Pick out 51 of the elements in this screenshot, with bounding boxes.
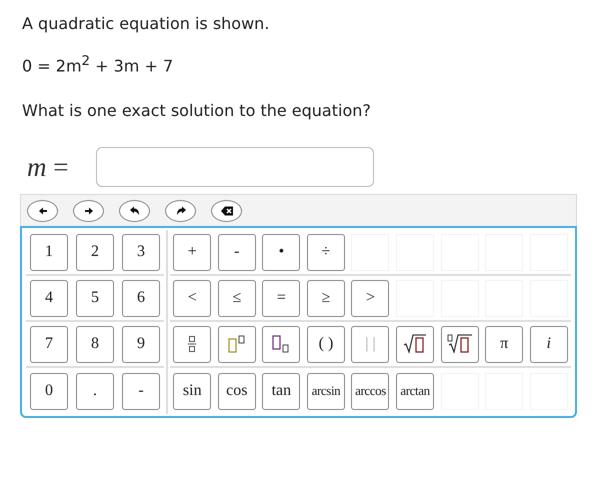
keypad-key[interactable]: ÷ <box>306 234 345 271</box>
keypad-key[interactable] <box>173 326 212 363</box>
undo-icon <box>128 204 142 217</box>
keypad-key[interactable]: 0 <box>30 372 68 410</box>
backspace-icon <box>220 204 234 217</box>
answer-field[interactable] <box>96 147 374 188</box>
keypad-key[interactable]: < <box>173 280 212 317</box>
nth-root-icon <box>446 334 473 354</box>
keypad-key[interactable]: π <box>485 326 524 363</box>
power-template-icon <box>228 335 246 354</box>
keypad-key[interactable]: > <box>351 280 390 317</box>
keypad-key[interactable]: 9 <box>122 326 160 363</box>
keypad-key[interactable]: arctan <box>396 372 434 410</box>
keypad-key[interactable] <box>396 326 434 363</box>
keypad-key[interactable]: 1 <box>30 234 68 271</box>
question-text: What is one exact solution to the equation? <box>22 101 372 120</box>
keypad-key[interactable] <box>440 326 479 363</box>
keypad-key[interactable]: 5 <box>76 280 114 317</box>
toolbar-button[interactable] <box>211 200 242 222</box>
keypad-key[interactable]: sin <box>173 372 212 410</box>
keypad-key[interactable]: tan <box>262 372 300 410</box>
answer-label: m = <box>27 152 68 183</box>
keypad-key[interactable]: 7 <box>30 326 68 363</box>
keypad-key[interactable]: ≤ <box>218 280 256 317</box>
toolbar-button[interactable] <box>165 200 196 222</box>
keypad-key[interactable]: 2 <box>76 234 114 271</box>
keypad-key[interactable]: cos <box>218 372 256 410</box>
keypad-key[interactable]: ( ) <box>306 326 345 363</box>
keypad-key[interactable]: 4 <box>30 280 68 317</box>
toolbar-button[interactable] <box>119 200 150 222</box>
square-root-icon <box>403 334 428 354</box>
keypad-key[interactable]: 3 <box>122 234 160 271</box>
keypad-key[interactable]: = <box>262 280 300 317</box>
keypad-key[interactable]: • <box>262 234 300 271</box>
toolbar-button[interactable] <box>73 200 104 222</box>
fraction-icon <box>188 336 196 352</box>
keypad-key[interactable]: + <box>173 234 212 271</box>
keypad-key[interactable]: arccos <box>351 372 390 410</box>
keypad-key[interactable] <box>262 326 300 363</box>
keypad-key[interactable]: i <box>530 326 568 363</box>
keypad-key[interactable]: - <box>218 234 256 271</box>
keypad-key[interactable]: 8 <box>76 326 114 363</box>
subscript-template-icon <box>272 335 290 354</box>
keypad-key[interactable]: ≥ <box>306 280 345 317</box>
keypad-key[interactable]: arcsin <box>306 372 345 410</box>
prompt-text: A quadratic equation is shown. <box>22 14 270 33</box>
keypad-key[interactable]: 6 <box>122 280 160 317</box>
keypad-key[interactable]: . <box>76 372 114 410</box>
equation-text: 0 = 2m$^{2}$ + 3m + 7 <box>22 54 174 76</box>
toolbar-button[interactable] <box>27 200 58 222</box>
keypad-key[interactable]: - <box>122 372 160 410</box>
